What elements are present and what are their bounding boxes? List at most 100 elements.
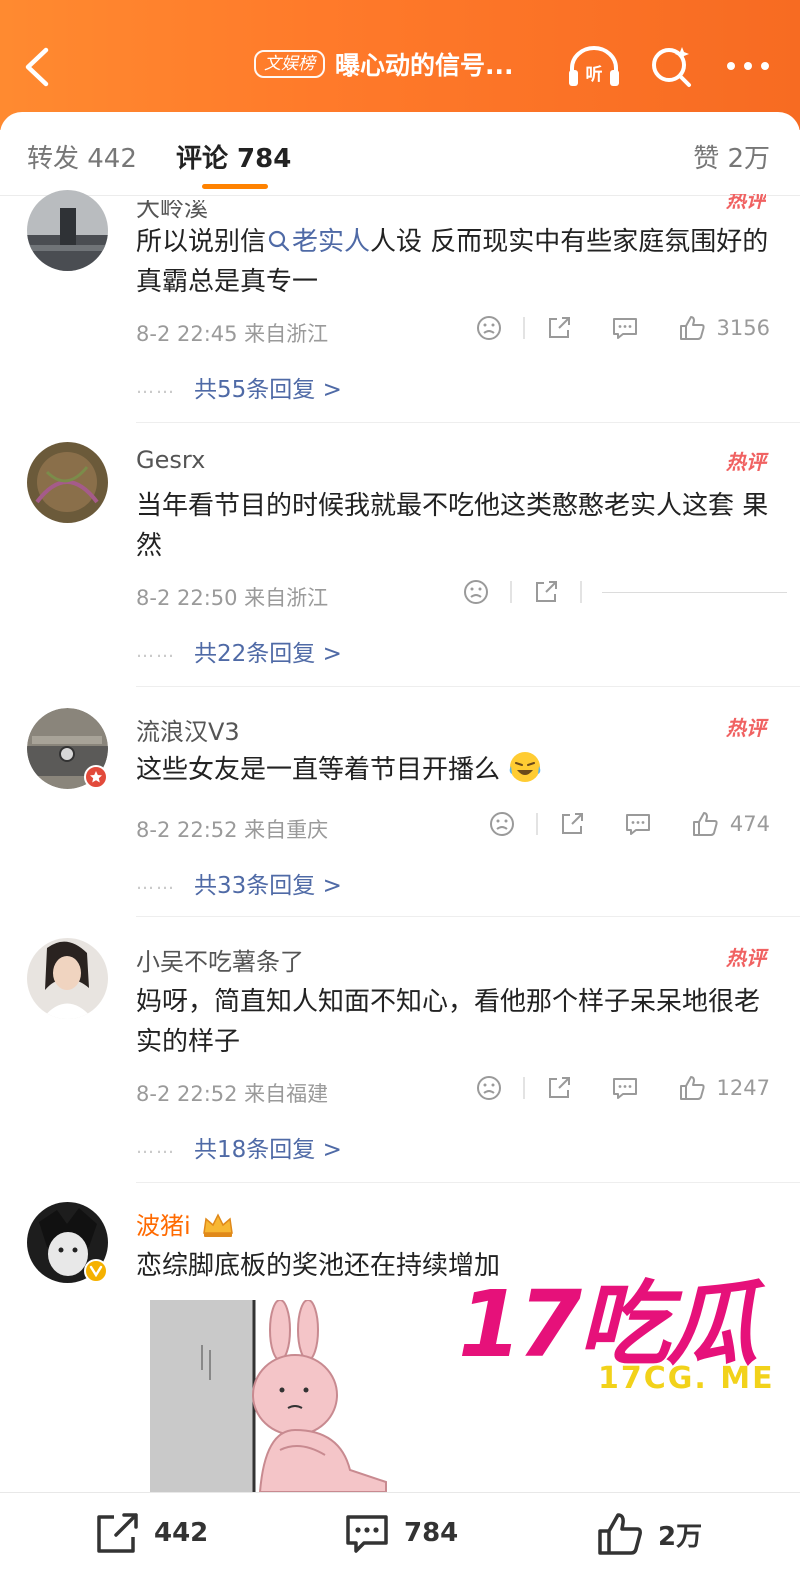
listen-button[interactable]: 听 xyxy=(566,40,622,92)
bottom-repost-button[interactable]: 442 xyxy=(94,1511,208,1555)
avatar[interactable] xyxy=(27,1202,108,1283)
search-icon xyxy=(268,230,290,252)
reply-dots: …… xyxy=(136,376,176,398)
comment-text: 所以说别信 老实人人设 反而现实中有些家庭氛围好的真霸总是真专一 xyxy=(136,222,776,302)
avatar-building-image xyxy=(27,190,108,271)
listen-label: 听 xyxy=(586,64,603,85)
headphones-icon: 听 xyxy=(569,46,619,86)
more-button[interactable] xyxy=(720,40,776,92)
like-button[interactable]: 1247 xyxy=(677,1074,770,1102)
avatar[interactable] xyxy=(27,190,108,271)
share-icon xyxy=(97,1513,138,1553)
avatar[interactable] xyxy=(27,442,108,523)
action-divider xyxy=(522,1077,525,1099)
view-replies-link[interactable]: …… 共55条回复 > xyxy=(136,370,342,404)
bottom-like-button[interactable]: 2万 xyxy=(596,1511,702,1557)
avatar[interactable] xyxy=(27,708,108,789)
verified-badge xyxy=(84,1259,108,1283)
comment-icon xyxy=(612,1078,637,1099)
comment-text: 当年看节目的时候我就最不吃他这类憨憨老实人这套 果然 xyxy=(136,491,769,561)
bottom-comment-count: 784 xyxy=(404,1518,459,1548)
reply-button[interactable] xyxy=(624,810,652,838)
comment-meta: 8-2 22:52 来自重庆 xyxy=(136,818,329,842)
active-tab-indicator xyxy=(202,184,268,189)
comment-author[interactable]: 波猪i xyxy=(136,1206,236,1241)
like-button[interactable]: 474 xyxy=(690,810,770,838)
share-icon xyxy=(536,581,557,602)
avatar[interactable] xyxy=(27,938,108,1019)
thumbs-up-icon xyxy=(598,1513,642,1555)
page-title: 曝心动的信号... xyxy=(335,51,514,80)
action-divider xyxy=(535,813,538,835)
laughing-crying-emoji-icon xyxy=(509,752,541,782)
search-button[interactable] xyxy=(644,40,700,92)
comment-icon xyxy=(625,814,650,835)
view-replies-link[interactable]: …… 共22条回复 > xyxy=(136,634,342,668)
tab-comment[interactable]: 评论 784 xyxy=(176,138,291,175)
sad-face-icon xyxy=(489,812,514,836)
topic-link[interactable]: 老实人 xyxy=(266,227,370,257)
share-button[interactable] xyxy=(532,578,560,606)
bottom-comment-button[interactable]: 784 xyxy=(344,1511,458,1555)
comment-divider xyxy=(136,686,800,687)
comment-icon xyxy=(612,318,637,339)
avatar-painting-image xyxy=(27,442,108,523)
comment-actions: 3156 xyxy=(475,314,770,342)
dislike-button[interactable] xyxy=(488,810,516,838)
comment-author-name: 波猪i xyxy=(136,1212,191,1240)
reply-button[interactable] xyxy=(611,314,639,342)
hot-comment-badge: 热评 xyxy=(726,716,766,740)
reply-dots: …… xyxy=(136,1136,176,1158)
action-divider xyxy=(510,581,512,603)
back-button[interactable] xyxy=(18,42,58,92)
comment-author[interactable]: 小吴不吃薯条了 xyxy=(136,942,304,977)
dislike-button[interactable] xyxy=(475,314,503,342)
bottom-action-bar: 442 784 2万 xyxy=(0,1492,800,1571)
comment-text: 妈呀，简直知人知面不知心，看他那个样子呆呆地很老实的样子 xyxy=(136,987,761,1057)
thumbs-up-icon xyxy=(679,1076,705,1100)
action-divider xyxy=(580,581,582,603)
hot-comment-badge: 热评 xyxy=(726,450,766,474)
comment-actions xyxy=(462,578,787,606)
like-count: 3156 xyxy=(716,316,770,340)
dislike-button[interactable] xyxy=(462,578,490,606)
dislike-button[interactable] xyxy=(475,1074,503,1102)
header-title-group[interactable]: 文娱榜 曝心动的信号... xyxy=(254,46,514,82)
sad-face-icon xyxy=(464,580,488,604)
share-icon xyxy=(548,1077,570,1098)
comment-author[interactable]: Gesrx xyxy=(136,446,205,474)
comment-author[interactable]: 流浪汉V3 xyxy=(136,712,240,747)
comment-divider xyxy=(136,916,800,917)
share-button[interactable] xyxy=(558,810,586,838)
sad-face-icon xyxy=(476,1076,501,1100)
tab-like[interactable]: 赞 2万 xyxy=(693,138,770,175)
comment-text: 这些女友是一直等着节目开播么 xyxy=(136,750,776,790)
loading-line xyxy=(602,591,787,593)
like-count: 1247 xyxy=(716,1076,770,1100)
bottom-repost-count: 442 xyxy=(154,1518,209,1548)
topic-link-label: 老实人 xyxy=(292,227,371,257)
watermark-logo-text: 17吃瓜 xyxy=(458,1271,758,1378)
reply-button[interactable] xyxy=(611,1074,639,1102)
comment-divider xyxy=(136,422,800,423)
v-check-icon xyxy=(89,1265,103,1277)
reply-count: 共55条回复 > xyxy=(194,377,342,403)
verified-badge xyxy=(84,765,108,789)
share-button[interactable] xyxy=(545,314,573,342)
thumbs-up-icon xyxy=(679,316,705,340)
view-replies-link[interactable]: …… 共18条回复 > xyxy=(136,1130,342,1164)
view-replies-link[interactable]: …… 共33条回复 > xyxy=(136,866,342,900)
comment-text-body: 这些女友是一直等着节目开播么 xyxy=(136,755,501,785)
bottom-like-count: 2万 xyxy=(658,1521,703,1552)
like-button[interactable]: 3156 xyxy=(677,314,770,342)
action-divider xyxy=(522,317,525,339)
tab-repost[interactable]: 转发 442 xyxy=(27,138,137,175)
chevron-left-icon xyxy=(25,47,49,87)
hot-comment-badge: 热评 xyxy=(726,946,766,970)
share-button[interactable] xyxy=(545,1074,573,1102)
comment-meta: 8-2 22:50 来自浙江 xyxy=(136,586,329,610)
like-count: 474 xyxy=(729,812,770,836)
comment-sticker-image[interactable] xyxy=(150,1299,390,1493)
avatar-portrait-image xyxy=(27,938,108,1019)
reply-dots: …… xyxy=(136,640,176,662)
